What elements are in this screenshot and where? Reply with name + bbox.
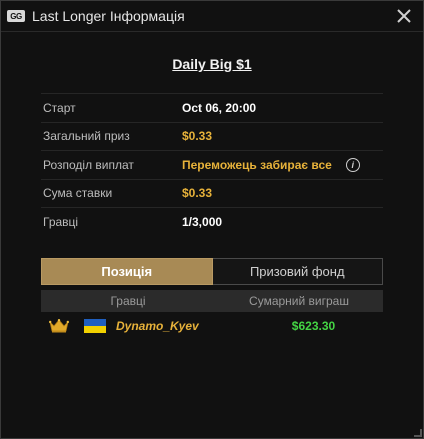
crown-icon [45,319,73,333]
close-icon [397,9,411,23]
players-value: 1/3,000 [182,214,223,229]
prize-label: Загальний приз [43,129,130,144]
info-row-prize: Загальний приз $0.33 [41,123,383,151]
stake-value: $0.33 [182,186,213,201]
prize-value: $0.33 [182,129,213,144]
app-logo: GG [7,10,25,22]
table-header: Гравці Сумарний виграш [41,289,383,312]
player-name: Dynamo_Kyev [116,319,199,333]
table-row[interactable]: Dynamo_Kyev $623.30 [41,312,383,341]
info-row-players: Гравці 1/3,000 [41,208,383,236]
ukraine-flag-icon [84,319,106,333]
tab-bar: Позиція Призовий фонд [41,257,383,285]
window-title: Last Longer Інформація [32,8,185,24]
info-row-stake: Сума ставки $0.33 [41,180,383,208]
last-longer-info-window: GG Last Longer Інформація Daily Big $1 С… [0,0,424,439]
info-row-start: Старт Oct 06, 20:00 [41,94,383,123]
payout-value: Переможець забирає все [182,157,332,172]
player-winnings: $623.30 [291,319,336,333]
close-button[interactable] [393,5,415,27]
header-total-winnings: Сумарний виграш [249,293,349,308]
payout-label: Розподіл виплат [43,157,134,172]
start-label: Старт [43,100,76,115]
stake-label: Сума ставки [43,186,113,201]
content-area: Daily Big $1 Старт Oct 06, 20:00 Загальн… [1,54,423,341]
tab-position[interactable]: Позиція [41,257,213,285]
event-title: Daily Big $1 [172,56,252,72]
start-value: Oct 06, 20:00 [182,100,257,115]
title-bar: GG Last Longer Інформація [1,1,423,32]
info-row-payout: Розподіл виплат Переможець забирає все i [41,151,383,180]
players-label: Гравці [43,214,79,229]
header-players: Гравці [110,293,146,308]
payout-value-wrapper: Переможець забирає все i [182,157,360,172]
info-table: Старт Oct 06, 20:00 Загальний приз $0.33… [41,93,383,236]
tab-prize-pool[interactable]: Призовий фонд [212,257,383,285]
resize-handle[interactable] [414,429,422,437]
info-icon[interactable]: i [345,157,360,172]
